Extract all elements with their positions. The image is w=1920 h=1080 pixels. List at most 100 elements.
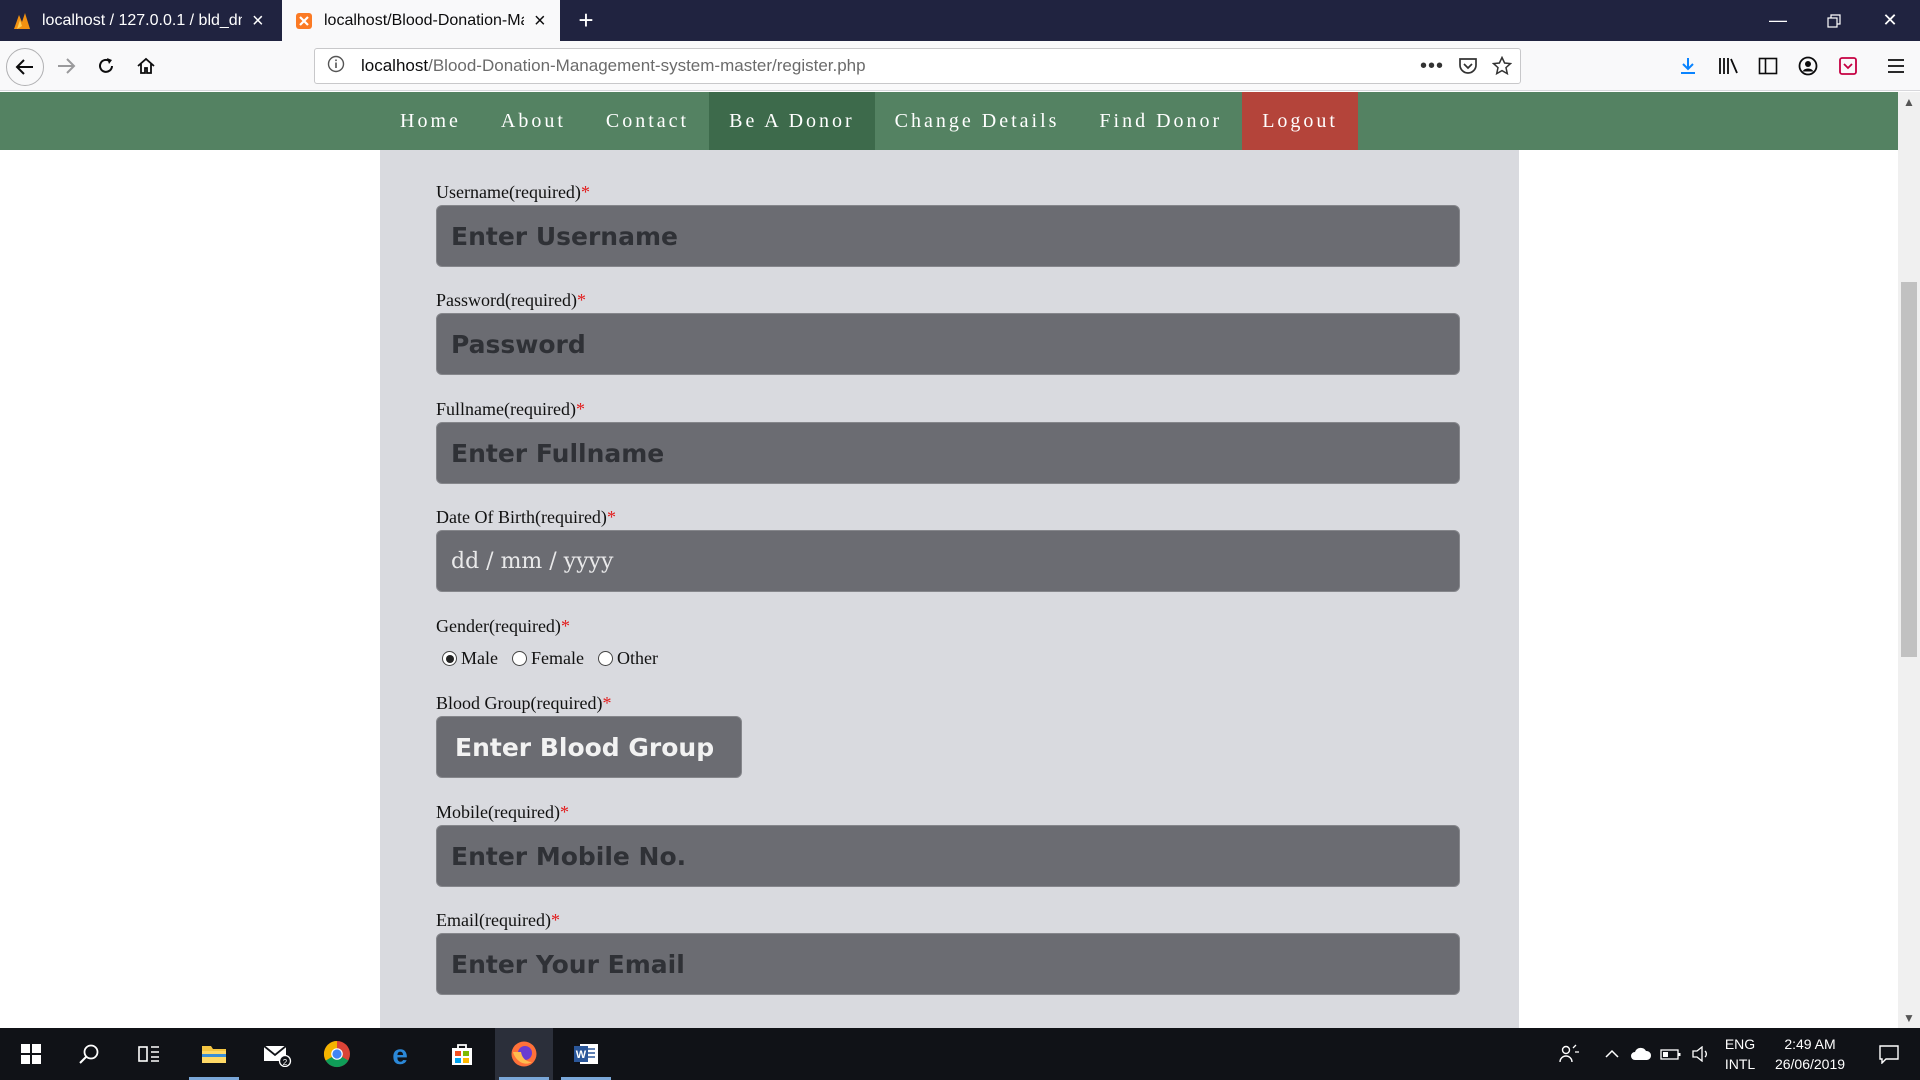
browser-tab-phpmyadmin[interactable]: localhost / 127.0.0.1 / bld_dntn × [0, 0, 280, 41]
info-icon[interactable] [327, 55, 347, 78]
account-icon[interactable] [1792, 50, 1824, 82]
notification-center-icon[interactable] [1866, 1028, 1912, 1080]
chevron-up-icon[interactable] [1600, 1028, 1624, 1080]
nav-find-donor[interactable]: Find Donor [1079, 92, 1242, 150]
close-icon[interactable]: × [534, 11, 546, 31]
email-label: Email(required)* [436, 910, 560, 930]
blood-group-placeholder: Enter Blood Group [455, 732, 715, 762]
pocket-icon[interactable] [1453, 49, 1483, 83]
clock-date: 26/06/2019 [1774, 1056, 1846, 1072]
gender-other-radio[interactable] [597, 651, 613, 666]
mobile-placeholder: Enter Mobile No. [451, 841, 687, 871]
mail-badge: 2 [283, 1058, 288, 1067]
page-viewport: Home About Contact Be A Donor Change Det… [0, 92, 1898, 1028]
scroll-up-arrow-icon[interactable]: ▲ [1898, 92, 1920, 112]
home-icon[interactable] [130, 50, 162, 82]
windows-taskbar: 2 e W ENG INTL 2:49 AM 26/06/2019 [0, 1028, 1920, 1080]
browser-tab-register[interactable]: localhost/Blood-Donation-Man × [282, 0, 560, 41]
reload-icon[interactable] [90, 50, 122, 82]
required-asterisk: * [580, 182, 590, 202]
svg-text:e: e [392, 1040, 408, 1068]
mobile-label: Mobile(required)* [436, 802, 569, 822]
gender-male-radio[interactable] [442, 651, 457, 666]
password-label: Password(required)* [436, 290, 586, 310]
required-asterisk: * [602, 693, 612, 713]
email-placeholder: Enter Your Email [451, 949, 685, 979]
required-asterisk: * [575, 399, 585, 419]
fullname-label: Fullname(required)* [436, 399, 585, 419]
gender-male-label[interactable]: Male [461, 648, 498, 669]
nav-about[interactable]: About [481, 92, 586, 150]
download-icon[interactable] [1672, 50, 1704, 82]
mail-icon[interactable]: 2 [248, 1028, 306, 1080]
bookmark-star-icon[interactable] [1487, 49, 1517, 83]
edge-icon[interactable]: e [371, 1028, 429, 1080]
restore-icon[interactable] [1806, 0, 1862, 41]
blood-group-label: Blood Group(required)* [436, 693, 612, 713]
chrome-icon[interactable] [308, 1028, 366, 1080]
new-tab-plus-icon[interactable]: + [570, 4, 602, 36]
site-navigation: Home About Contact Be A Donor Change Det… [0, 92, 1898, 150]
page-scrollbar[interactable]: ▲ ▼ [1898, 92, 1920, 1028]
forward-arrow-icon[interactable] [50, 50, 82, 82]
mobile-input[interactable]: Enter Mobile No. [436, 825, 1460, 887]
close-window-icon[interactable]: ✕ [1862, 0, 1918, 41]
dob-placeholder: dd / mm / yyyy [451, 548, 614, 574]
nav-contact[interactable]: Contact [586, 92, 709, 150]
battery-icon[interactable] [1658, 1028, 1684, 1080]
people-icon[interactable] [1552, 1028, 1586, 1080]
gender-other-label[interactable]: Other [617, 648, 658, 669]
store-icon[interactable] [433, 1028, 491, 1080]
gender-options: Male Female Other [440, 648, 670, 669]
fullname-input[interactable]: Enter Fullname [436, 422, 1460, 484]
email-input[interactable]: Enter Your Email [436, 933, 1460, 995]
required-asterisk: * [560, 616, 570, 636]
onedrive-cloud-icon[interactable] [1628, 1028, 1654, 1080]
volume-icon[interactable] [1688, 1028, 1714, 1080]
scroll-down-arrow-icon[interactable]: ▼ [1898, 1008, 1920, 1028]
dob-input[interactable]: dd / mm / yyyy [436, 530, 1460, 592]
address-bar[interactable]: localhost/Blood-Donation-Management-syst… [314, 48, 1521, 84]
password-placeholder: Password [451, 329, 586, 359]
registration-form: Username(required)* Enter Username Passw… [380, 150, 1519, 1028]
tab-title: localhost/Blood-Donation-Man [324, 11, 524, 29]
close-icon[interactable]: × [252, 11, 264, 31]
nav-home[interactable]: Home [380, 92, 481, 150]
phpmyadmin-icon [12, 11, 32, 31]
nav-logout[interactable]: Logout [1242, 92, 1358, 150]
svg-text:W: W [576, 1049, 587, 1061]
task-view-icon[interactable] [120, 1028, 178, 1080]
windows-start-icon[interactable] [2, 1028, 60, 1080]
gender-female-label[interactable]: Female [531, 648, 584, 669]
nav-be-a-donor[interactable]: Be A Donor [709, 92, 875, 150]
browser-toolbar: localhost/Blood-Donation-Management-syst… [0, 41, 1920, 91]
password-input[interactable]: Password [436, 313, 1460, 375]
dob-label: Date Of Birth(required)* [436, 507, 616, 527]
clock[interactable]: 2:49 AM 26/06/2019 [1764, 1028, 1856, 1080]
scroll-thumb[interactable] [1901, 282, 1917, 657]
xampp-icon [294, 11, 314, 31]
sidebar-icon[interactable] [1752, 50, 1784, 82]
gender-label: Gender(required)* [436, 616, 570, 636]
tab-title: localhost / 127.0.0.1 / bld_dntn [42, 11, 242, 29]
menu-hamburger-icon[interactable] [1880, 50, 1912, 82]
language-code: ENG [1724, 1036, 1756, 1052]
firefox-icon[interactable] [495, 1028, 553, 1080]
page-actions-icon[interactable]: ••• [1417, 49, 1447, 83]
pocket-list-icon[interactable] [1832, 50, 1864, 82]
file-explorer-icon[interactable] [185, 1028, 243, 1080]
library-icon[interactable] [1712, 50, 1744, 82]
word-icon[interactable]: W [557, 1028, 615, 1080]
url-text: localhost/Blood-Donation-Management-syst… [361, 56, 866, 75]
gender-female-radio[interactable] [511, 651, 527, 666]
nav-change-details[interactable]: Change Details [875, 92, 1080, 150]
fullname-placeholder: Enter Fullname [451, 438, 665, 468]
keyboard-layout: INTL [1724, 1056, 1756, 1072]
language-indicator[interactable]: ENG INTL [1718, 1028, 1762, 1080]
back-arrow-icon[interactable] [6, 48, 44, 86]
username-input[interactable]: Enter Username [436, 205, 1460, 267]
minimize-icon[interactable]: — [1750, 0, 1806, 41]
search-icon[interactable] [60, 1028, 118, 1080]
required-asterisk: * [550, 910, 560, 930]
blood-group-select[interactable]: Enter Blood Group [436, 716, 742, 778]
